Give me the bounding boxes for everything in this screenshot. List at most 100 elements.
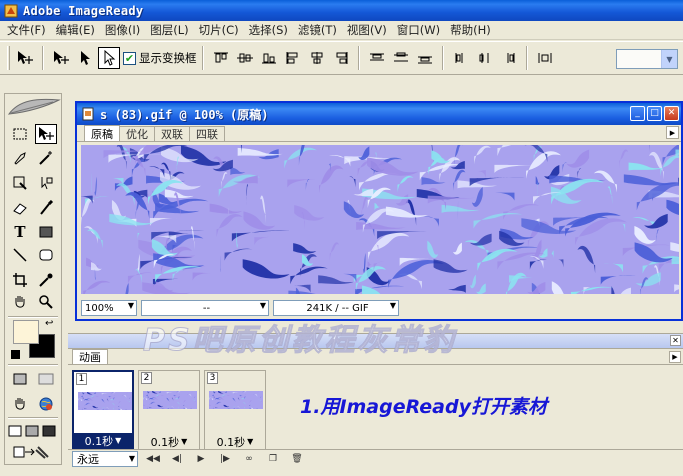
preview-hand-icon[interactable]: [9, 394, 31, 414]
align-bottom-icon[interactable]: [258, 47, 280, 69]
frame-delay[interactable]: 0.1秒 ▼: [139, 434, 199, 449]
tabs-scroll-right-icon[interactable]: ▶: [666, 126, 679, 139]
menu-bar: 文件(F) 编辑(E) 图像(I) 图层(L) 切片(C) 选择(S) 滤镜(T…: [0, 21, 683, 40]
distribute-right-icon[interactable]: [498, 47, 520, 69]
menu-filter[interactable]: 滤镜(T): [293, 22, 342, 38]
align-top-icon[interactable]: [210, 47, 232, 69]
distribute-bottom-icon[interactable]: [414, 47, 436, 69]
animation-frame[interactable]: 2 0.1秒 ▼: [138, 370, 200, 450]
align-right-icon[interactable]: [330, 47, 352, 69]
move-tool-icon[interactable]: [35, 124, 57, 144]
jump-to-photoshop-icon[interactable]: [9, 442, 55, 462]
align-left-icon[interactable]: [282, 47, 304, 69]
close-panel-icon[interactable]: ✕: [670, 335, 681, 346]
distribute-hcenter-icon[interactable]: [474, 47, 496, 69]
panel-menu-icon[interactable]: ▶: [669, 351, 681, 363]
frame-thumbnail: [143, 391, 197, 409]
crop-tool-icon[interactable]: [9, 270, 31, 290]
distribute-spacing-icon[interactable]: [534, 47, 556, 69]
imageready-icon: [4, 4, 18, 17]
distribute-left-icon[interactable]: [450, 47, 472, 69]
animation-frame[interactable]: 3 0.1秒 ▼: [204, 370, 266, 450]
image-canvas[interactable]: [81, 145, 679, 294]
tab-2-up[interactable]: 双联: [154, 126, 190, 141]
first-frame-icon[interactable]: ◀◀: [144, 452, 162, 466]
tab-optimized[interactable]: 优化: [119, 126, 155, 141]
hand-tool-icon[interactable]: [9, 292, 31, 312]
menu-select[interactable]: 选择(S): [244, 22, 293, 38]
document-title-bar[interactable]: s (83).gif @ 100% (原稿) _ □ ✕: [77, 103, 681, 125]
maximize-button[interactable]: □: [647, 106, 662, 121]
show-transform-checkbox[interactable]: ✔: [123, 51, 136, 65]
distribute-center-icon[interactable]: [390, 47, 412, 69]
hide-slices-icon[interactable]: [9, 369, 31, 389]
move-tool-preset-icon[interactable]: [14, 47, 36, 69]
frame-thumbnail: [209, 391, 263, 409]
tween-icon[interactable]: ∞: [240, 452, 258, 466]
delete-frame-icon[interactable]: 🗑: [288, 452, 306, 466]
menu-layer[interactable]: 图层(L): [145, 22, 193, 38]
slice-select-tool-icon[interactable]: [35, 173, 57, 193]
toolbar-grip[interactable]: [7, 46, 10, 70]
eraser-tool-icon[interactable]: [9, 198, 31, 218]
arrow-pointer-icon[interactable]: [74, 47, 96, 69]
line-tool-icon[interactable]: [9, 245, 31, 265]
align-vertical-center-icon[interactable]: [234, 47, 256, 69]
brush-tool-icon[interactable]: [35, 198, 57, 218]
menu-slice[interactable]: 切片(C): [194, 22, 244, 38]
menu-window[interactable]: 窗口(W): [392, 22, 445, 38]
marquee-tool-icon[interactable]: [9, 124, 31, 144]
minimize-button[interactable]: _: [630, 106, 645, 121]
rounded-rect-tool-icon[interactable]: [35, 245, 57, 265]
distribute-top-icon[interactable]: [366, 47, 388, 69]
move-tool-icon[interactable]: [50, 47, 72, 69]
type-tool-icon[interactable]: T: [9, 222, 31, 242]
previous-frame-icon[interactable]: ◀|: [168, 452, 186, 466]
status-info-select[interactable]: 241K / -- GIF ▼: [273, 300, 399, 316]
watermark-text: PS吧原创教程灰常豹: [143, 323, 457, 359]
full-screen-mode-icon[interactable]: [41, 421, 57, 441]
eyedropper-tool-icon[interactable]: [35, 270, 57, 290]
menu-view[interactable]: 视图(V): [342, 22, 392, 38]
frame-delay[interactable]: 0.1秒 ▼: [74, 433, 132, 448]
align-horizontal-center-icon[interactable]: [306, 47, 328, 69]
default-colors-icon[interactable]: [11, 350, 20, 359]
tab-animation[interactable]: 动画: [72, 349, 108, 364]
close-button[interactable]: ✕: [664, 106, 679, 121]
rectangle-tool-icon[interactable]: [35, 222, 57, 242]
toggle-image-map-icon[interactable]: [35, 369, 57, 389]
options-dropdown[interactable]: ▼: [616, 49, 678, 69]
play-icon[interactable]: ▶: [192, 452, 210, 466]
next-frame-icon[interactable]: |▶: [216, 452, 234, 466]
swap-colors-icon[interactable]: ↩: [45, 318, 53, 329]
lasso-tool-icon[interactable]: [9, 148, 31, 168]
status-middle-select[interactable]: -- ▼: [141, 300, 269, 316]
tab-4-up[interactable]: 四联: [189, 126, 225, 141]
animation-frame[interactable]: 1 0.1秒 ▼: [72, 370, 134, 450]
arrow-pointer-selected-icon[interactable]: [98, 47, 120, 69]
frame-delay[interactable]: 0.1秒 ▼: [205, 434, 265, 449]
loop-select[interactable]: 永远 ▼: [72, 450, 138, 467]
document-icon: [82, 107, 94, 121]
show-transform-box[interactable]: ✔ 显示变换框: [123, 50, 197, 66]
app-title-bar: Adobe ImageReady: [0, 0, 683, 21]
slice-tool-icon[interactable]: [9, 173, 31, 193]
zoom-tool-icon[interactable]: [35, 292, 57, 312]
menu-image[interactable]: 图像(I): [100, 22, 145, 38]
preview-browser-icon[interactable]: [35, 394, 57, 414]
frame-number: 1: [76, 373, 87, 385]
menu-edit[interactable]: 编辑(E): [51, 22, 100, 38]
full-screen-menu-mode-icon[interactable]: [24, 421, 40, 441]
tutorial-step-note: 1.用ImageReady打开素材: [300, 396, 547, 418]
menu-help[interactable]: 帮助(H): [445, 22, 496, 38]
document-title: s (83).gif @ 100% (原稿): [100, 107, 269, 122]
standard-screen-mode-icon[interactable]: [7, 421, 23, 441]
tab-original[interactable]: 原稿: [84, 125, 120, 141]
menu-file[interactable]: 文件(F): [2, 22, 51, 38]
duplicate-frame-icon[interactable]: ❐: [264, 452, 282, 466]
frame-number: 3: [207, 372, 218, 384]
zoom-select[interactable]: 100% ▼: [81, 300, 137, 316]
magic-wand-tool-icon[interactable]: [35, 148, 57, 168]
animation-frames: 1 0.1秒 ▼ 2 0.1秒 ▼ 3 0.1秒 ▼: [72, 370, 266, 450]
feather-logo-icon[interactable]: [7, 96, 61, 118]
